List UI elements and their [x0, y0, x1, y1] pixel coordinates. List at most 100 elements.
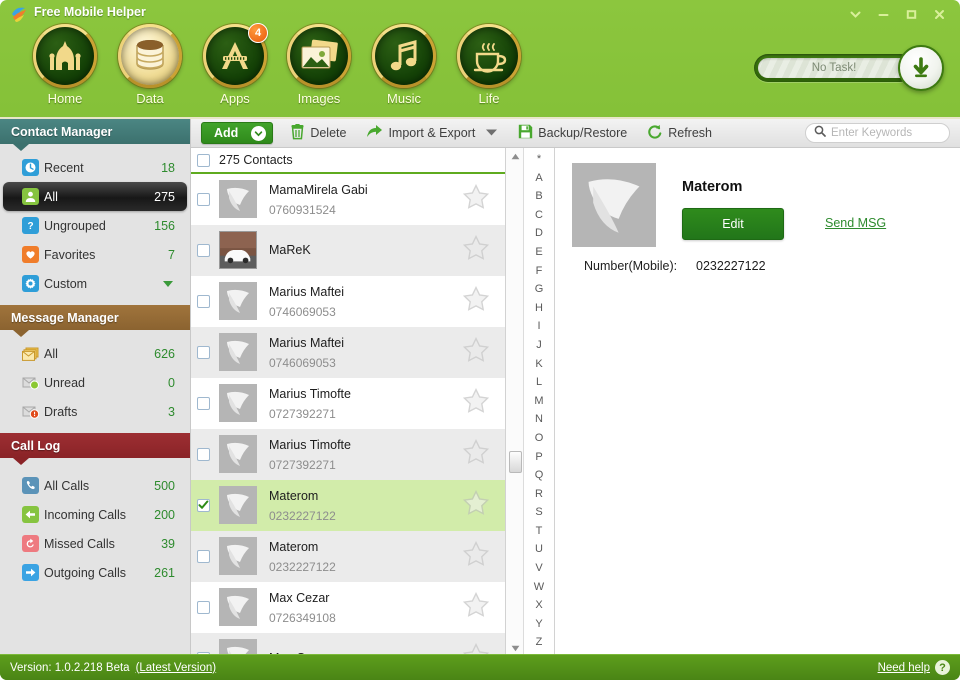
backup-restore-button[interactable]: Backup/Restore — [515, 121, 630, 145]
send-msg-link[interactable]: Send MSG — [825, 216, 886, 230]
favorite-star-icon[interactable] — [462, 234, 490, 265]
close-button[interactable] — [926, 2, 952, 26]
alpha-item[interactable]: N — [524, 410, 554, 429]
alpha-item[interactable]: B — [524, 187, 554, 206]
nav-item-home[interactable]: Home — [20, 24, 110, 106]
alpha-item[interactable]: P — [524, 448, 554, 467]
table-row[interactable]: Materom 0232227122 — [191, 480, 505, 531]
refresh-button[interactable]: Refresh — [644, 121, 715, 145]
favorite-star-icon[interactable] — [462, 591, 490, 622]
row-checkbox[interactable] — [197, 447, 210, 461]
alpha-item[interactable]: M — [524, 392, 554, 411]
alpha-item[interactable]: L — [524, 373, 554, 392]
latest-version-link[interactable]: (Latest Version) — [136, 662, 217, 674]
alpha-item[interactable]: O — [524, 429, 554, 448]
alpha-item[interactable]: Y — [524, 615, 554, 634]
row-checkbox[interactable] — [197, 396, 210, 410]
search-box[interactable] — [805, 123, 950, 143]
alpha-item[interactable]: V — [524, 559, 554, 578]
delete-button[interactable]: Delete — [287, 121, 349, 145]
maximize-button[interactable] — [898, 2, 924, 26]
favorite-star-icon[interactable] — [462, 285, 490, 316]
alpha-item[interactable]: Z — [524, 633, 554, 652]
favorite-star-icon[interactable] — [462, 336, 490, 367]
scrollbar-thumb[interactable] — [509, 451, 522, 473]
alpha-item[interactable]: I — [524, 317, 554, 336]
sidebar-item-outgoing-calls[interactable]: Outgoing Calls 261 — [3, 558, 187, 587]
collapse-button[interactable] — [842, 2, 868, 26]
sidebar-item-incoming-calls[interactable]: Incoming Calls 200 — [3, 500, 187, 529]
sidebar-item-custom[interactable]: Custom — [3, 269, 187, 298]
chevron-down-icon[interactable] — [163, 280, 173, 287]
row-checkbox[interactable] — [197, 498, 210, 512]
row-checkbox[interactable] — [197, 549, 210, 563]
sidebar-group-call-log[interactable]: Call Log — [0, 433, 190, 465]
sidebar-group-contact-manager[interactable]: Contact Manager — [0, 119, 190, 151]
table-row[interactable]: Max Cezar — [191, 633, 505, 656]
alpha-item[interactable]: H — [524, 299, 554, 318]
sidebar-item-missed-calls[interactable]: Missed Calls 39 — [3, 529, 187, 558]
alpha-item[interactable]: D — [524, 224, 554, 243]
sidebar-item-recent[interactable]: Recent 18 — [3, 153, 187, 182]
scroll-up-arrow-icon[interactable] — [506, 148, 524, 164]
alpha-item[interactable]: J — [524, 336, 554, 355]
row-checkbox[interactable] — [197, 294, 210, 308]
table-row[interactable]: Marius Maftei 0746069053 — [191, 327, 505, 378]
nav-item-apps[interactable]: 4 Apps — [190, 23, 280, 106]
help-icon[interactable]: ? — [935, 660, 950, 675]
alpha-item[interactable]: * — [524, 150, 554, 169]
download-arrow-icon[interactable] — [898, 45, 944, 91]
sidebar-item-drafts[interactable]: Drafts 3 — [3, 397, 187, 426]
sidebar-group-message-manager[interactable]: Message Manager — [0, 305, 190, 337]
sidebar-item-all-calls[interactable]: All Calls 500 — [3, 471, 187, 500]
sidebar-item-ungrouped[interactable]: ? Ungrouped 156 — [3, 211, 187, 240]
need-help-link[interactable]: Need help — [878, 662, 930, 674]
search-input[interactable] — [831, 127, 941, 139]
sidebar-item-messages-all[interactable]: All 626 — [3, 339, 187, 368]
table-row[interactable]: Marius Maftei 0746069053 — [191, 276, 505, 327]
row-checkbox[interactable] — [197, 600, 210, 614]
import-export-button[interactable]: Import & Export — [363, 121, 501, 145]
alpha-item[interactable]: K — [524, 355, 554, 374]
alpha-item[interactable]: X — [524, 596, 554, 615]
alpha-item[interactable]: T — [524, 522, 554, 541]
alpha-item[interactable]: G — [524, 280, 554, 299]
chevron-down-icon[interactable] — [485, 126, 498, 140]
table-row[interactable]: Marius Timofte 0727392271 — [191, 378, 505, 429]
table-row[interactable]: Max Cezar 0726349108 — [191, 582, 505, 633]
alpha-item[interactable]: F — [524, 262, 554, 281]
table-row[interactable]: Materom 0232227122 — [191, 531, 505, 582]
edit-button[interactable]: Edit — [682, 208, 784, 240]
alpha-item[interactable]: U — [524, 540, 554, 559]
sidebar-item-all-contacts[interactable]: All 275 — [3, 182, 187, 211]
alpha-item[interactable]: A — [524, 169, 554, 188]
minimize-button[interactable] — [870, 2, 896, 26]
nav-item-life[interactable]: Life — [444, 24, 534, 106]
favorite-star-icon[interactable] — [462, 540, 490, 571]
favorite-star-icon[interactable] — [462, 183, 490, 214]
nav-item-data[interactable]: Data — [105, 24, 195, 106]
alpha-item[interactable]: S — [524, 503, 554, 522]
row-checkbox[interactable] — [197, 243, 210, 257]
alphabet-index[interactable]: * A B C D E F G H I J K L M N O P Q R S … — [524, 148, 555, 656]
table-row[interactable]: Marius Timofte 0727392271 — [191, 429, 505, 480]
sidebar-item-unread[interactable]: Unread 0 — [3, 368, 187, 397]
alpha-item[interactable]: E — [524, 243, 554, 262]
select-all-checkbox[interactable] — [197, 153, 210, 167]
alpha-item[interactable]: Q — [524, 466, 554, 485]
favorite-star-icon[interactable] — [462, 387, 490, 418]
row-checkbox[interactable] — [197, 345, 210, 359]
favorite-star-icon[interactable] — [462, 489, 490, 520]
alpha-item[interactable]: C — [524, 206, 554, 225]
alpha-item[interactable]: R — [524, 485, 554, 504]
alpha-item[interactable]: W — [524, 578, 554, 597]
nav-item-images[interactable]: Images — [274, 24, 364, 106]
chevron-down-icon[interactable] — [251, 125, 267, 141]
table-row[interactable]: MaReK — [191, 225, 505, 276]
nav-item-music[interactable]: Music — [359, 24, 449, 106]
sidebar-item-favorites[interactable]: Favorites 7 — [3, 240, 187, 269]
favorite-star-icon[interactable] — [462, 438, 490, 469]
table-row[interactable]: MamaMirela Gabi 0760931524 — [191, 174, 505, 225]
add-button[interactable]: Add — [201, 122, 274, 144]
list-scrollbar[interactable] — [506, 148, 524, 656]
